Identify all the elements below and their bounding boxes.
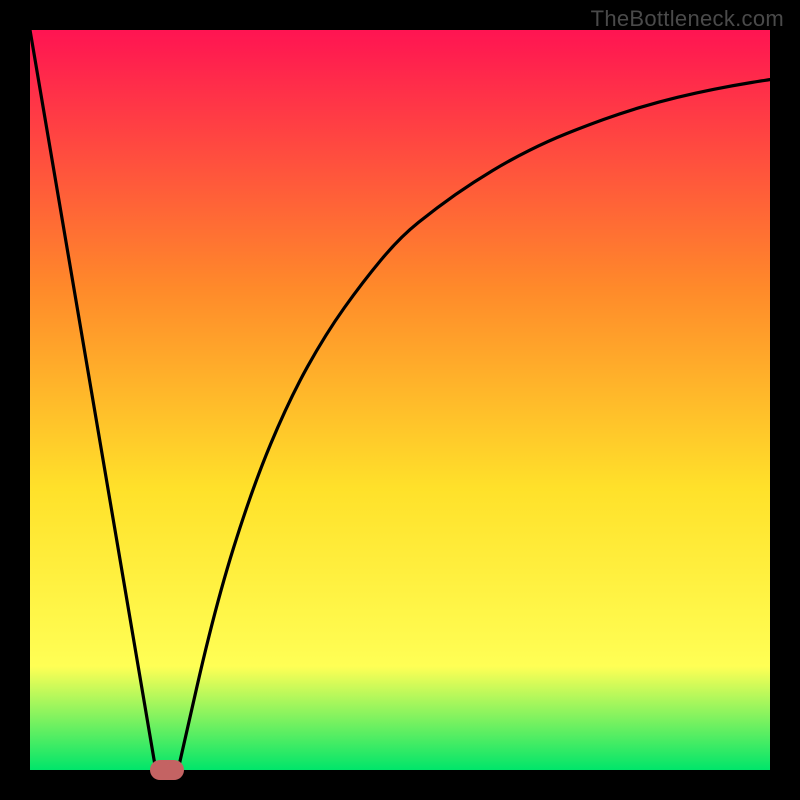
minimum-marker — [150, 760, 184, 780]
gradient-background — [30, 30, 770, 770]
plot-area — [30, 30, 770, 770]
chart-svg — [30, 30, 770, 770]
watermark-text: TheBottleneck.com — [591, 6, 784, 32]
chart-frame: TheBottleneck.com — [0, 0, 800, 800]
